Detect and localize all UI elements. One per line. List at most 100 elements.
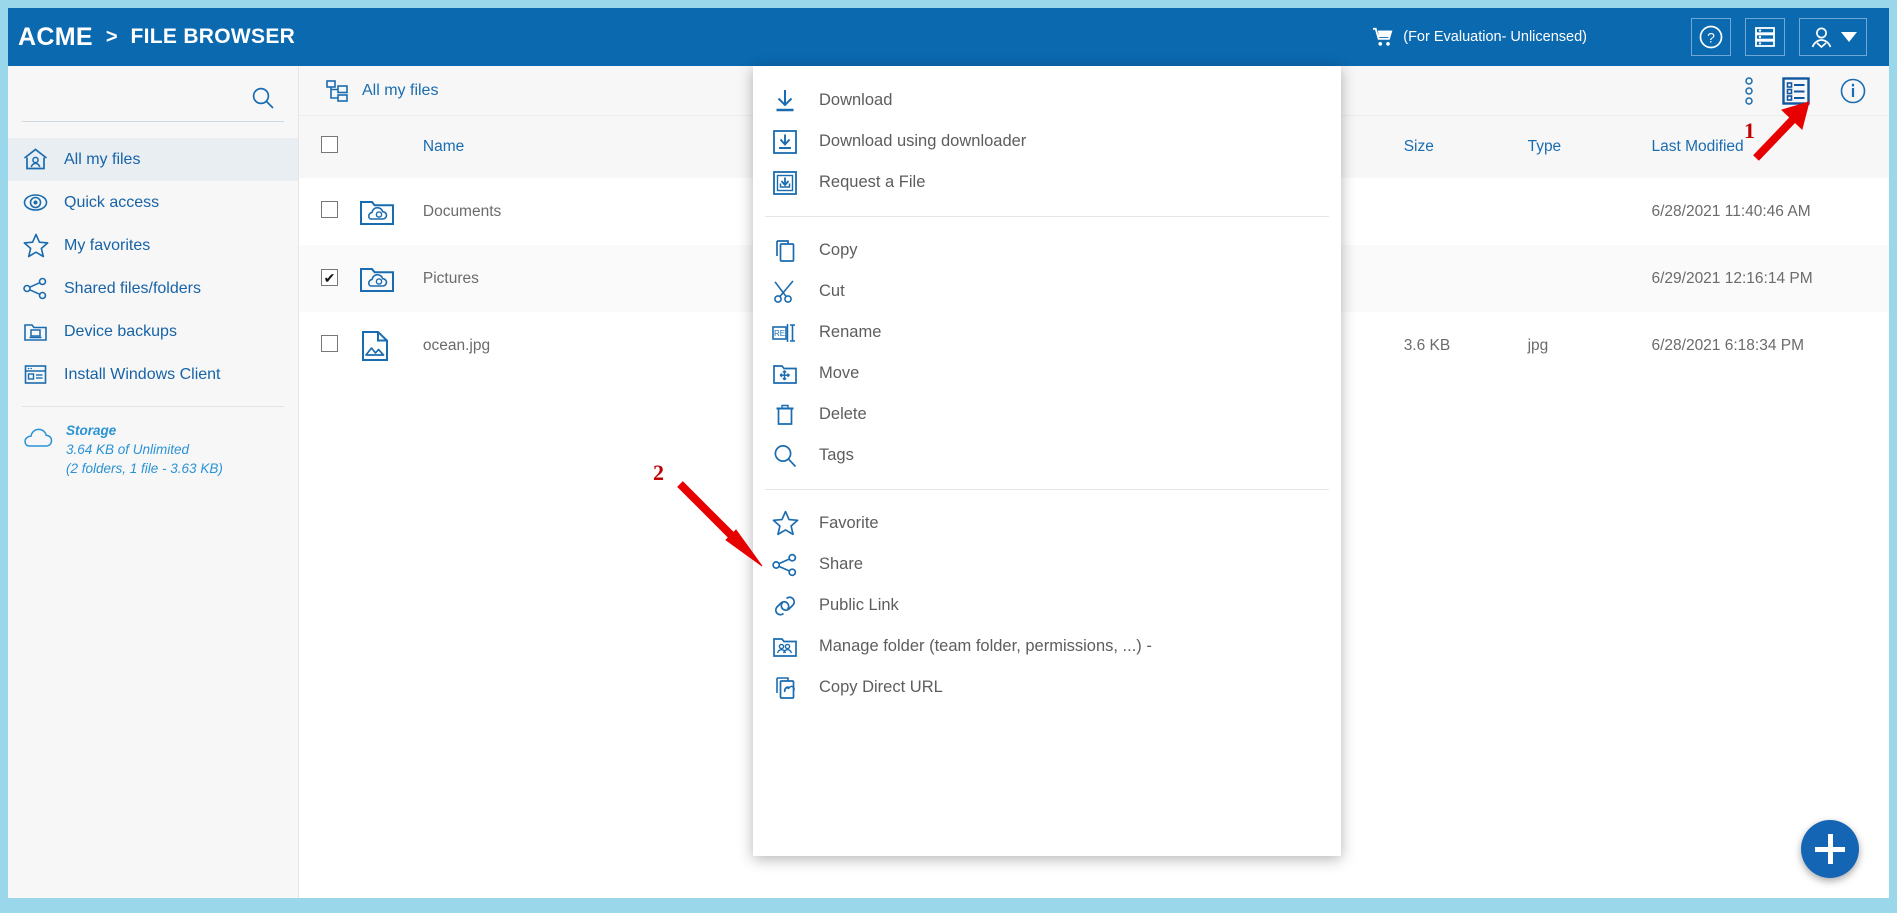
context-menu-item-label: Tags <box>819 446 854 464</box>
row-select-cell: ✔ <box>299 245 359 312</box>
window-app-icon <box>22 361 56 388</box>
cloud-folder-icon <box>359 197 423 227</box>
sidebar-item-my-favorites[interactable]: My favorites <box>8 224 298 267</box>
sidebar-item-all-my-files[interactable]: All my files <box>8 138 298 181</box>
kebab-menu-icon[interactable] <box>1745 76 1753 106</box>
context-menu-item-label: Delete <box>819 405 867 423</box>
page-title: FILE BROWSER <box>130 25 296 48</box>
row-checkbox[interactable] <box>321 200 338 218</box>
search-icon[interactable] <box>250 85 284 111</box>
row-size: 3.6 KB <box>1403 336 1451 354</box>
column-header-type[interactable]: Type <box>1528 116 1652 178</box>
sidebar-item-label: Quick access <box>64 193 160 211</box>
chevron-down-icon <box>1841 32 1857 42</box>
move-icon <box>771 360 819 388</box>
context-menu-item-download[interactable]: Download <box>753 80 1341 121</box>
svg-text:RE: RE <box>774 329 785 338</box>
row-name[interactable]: Pictures <box>423 245 764 312</box>
context-menu-item-label: Copy Direct URL <box>819 678 943 696</box>
sidebar-item-quick-access[interactable]: Quick access <box>8 181 298 224</box>
context-menu-item-manage-folder[interactable]: Manage folder (team folder, permissions,… <box>753 626 1341 667</box>
sidebar: All my files Quick access My favorites S… <box>8 66 299 898</box>
sidebar-divider <box>22 406 284 407</box>
folder-tree-icon <box>325 79 351 103</box>
context-menu-item-rename[interactable]: RE Rename <box>753 312 1341 353</box>
sidebar-item-label: Shared files/folders <box>64 279 201 297</box>
server-button[interactable] <box>1745 18 1785 56</box>
row-name[interactable]: Documents <box>423 178 764 245</box>
context-menu-item-download-using-downloader[interactable]: Download using downloader <box>753 121 1341 162</box>
download-icon <box>771 87 819 115</box>
row-icon-cell <box>359 178 423 245</box>
sidebar-item-install-windows-client[interactable]: Install Windows Client <box>8 353 298 396</box>
sidebar-item-label: Device backups <box>64 322 177 340</box>
copy-link-icon <box>771 674 819 702</box>
user-menu-button[interactable] <box>1799 18 1867 56</box>
storage-title: Storage <box>66 423 117 438</box>
column-header-size[interactable]: Size <box>1404 116 1528 178</box>
rename-icon: RE <box>771 319 819 347</box>
link-icon <box>771 592 819 620</box>
row-name[interactable]: ocean.jpg <box>423 312 764 379</box>
star-icon <box>22 232 56 260</box>
context-menu-item-public-link[interactable]: Public Link <box>753 585 1341 626</box>
context-menu-item-label: Manage folder (team folder, permissions,… <box>819 637 1152 655</box>
context-menu-item-copy[interactable]: Copy <box>753 230 1341 271</box>
row-checkbox[interactable] <box>321 334 338 352</box>
add-button[interactable] <box>1801 820 1859 878</box>
row-last-modified: 6/28/2021 11:40:46 AM <box>1651 202 1811 220</box>
context-menu-item-cut[interactable]: Cut <box>753 271 1341 312</box>
sidebar-item-device-backups[interactable]: Device backups <box>8 310 298 353</box>
license-status[interactable]: (For Evaluation- Unlicensed) <box>1372 27 1587 47</box>
row-type <box>1528 178 1652 245</box>
user-icon <box>1809 25 1834 50</box>
app-window: ACME > FILE BROWSER (For Evaluation- Unl… <box>8 8 1889 898</box>
license-label: (For Evaluation- Unlicensed) <box>1403 29 1587 45</box>
context-menu-item-share[interactable]: Share <box>753 544 1341 585</box>
row-checkbox[interactable]: ✔ <box>321 269 338 287</box>
storage-text: Storage 3.64 KB of Unlimited (2 folders,… <box>66 421 223 478</box>
brand-logo[interactable]: ACME <box>18 23 93 52</box>
context-menu-item-delete[interactable]: Delete <box>753 394 1341 435</box>
cloud-folder-icon <box>359 264 423 294</box>
eye-icon <box>22 189 56 216</box>
row-size <box>1404 245 1528 312</box>
row-last-modified: 6/28/2021 6:18:34 PM <box>1651 336 1805 354</box>
column-header-name[interactable]: Name <box>423 116 764 178</box>
column-header-last-modified[interactable]: Last Modified <box>1651 116 1889 178</box>
context-menu-item-move[interactable]: Move <box>753 353 1341 394</box>
help-button[interactable]: ? <box>1691 18 1731 56</box>
info-icon[interactable] <box>1839 77 1867 105</box>
context-menu-item-label: Request a File <box>819 173 926 191</box>
select-all-cell <box>299 116 359 178</box>
toolbar-actions <box>1745 76 1889 106</box>
svg-text:?: ? <box>1707 30 1715 46</box>
select-all-checkbox[interactable] <box>321 136 338 153</box>
context-menu-item-tags[interactable]: Tags <box>753 435 1341 476</box>
list-view-icon[interactable] <box>1781 76 1811 106</box>
row-last-modified: 6/29/2021 12:16:14 PM <box>1651 269 1813 287</box>
help-icon: ? <box>1698 24 1724 50</box>
breadcrumb-all-my-files[interactable]: All my files <box>325 79 438 103</box>
context-menu-item-request-a-file[interactable]: Request a File <box>753 162 1341 203</box>
context-menu-item-label: Share <box>819 555 864 573</box>
context-menu-separator <box>765 216 1329 217</box>
breadcrumb-label: All my files <box>362 81 439 99</box>
storage-used: 3.64 KB of Unlimited <box>66 442 190 457</box>
context-menu-item-label: Favorite <box>819 514 879 532</box>
copy-icon <box>771 237 819 265</box>
search-input[interactable] <box>22 89 250 106</box>
context-menu-item-label: Copy <box>819 241 858 259</box>
icon-column-header <box>359 116 423 178</box>
home-user-icon <box>22 146 56 173</box>
annotation-number-1: 1 <box>1744 118 1755 143</box>
search-box[interactable] <box>22 74 284 122</box>
context-menu-item-copy-direct-url[interactable]: Copy Direct URL <box>753 667 1341 708</box>
sidebar-nav: All my files Quick access My favorites S… <box>8 138 298 396</box>
cart-icon <box>1372 27 1394 47</box>
context-menu-item-label: Cut <box>819 282 845 300</box>
context-menu-item-favorite[interactable]: Favorite <box>753 503 1341 544</box>
row-type: jpg <box>1527 336 1549 354</box>
magnifier-icon <box>771 442 819 470</box>
sidebar-item-shared-files-folders[interactable]: Shared files/folders <box>8 267 298 310</box>
